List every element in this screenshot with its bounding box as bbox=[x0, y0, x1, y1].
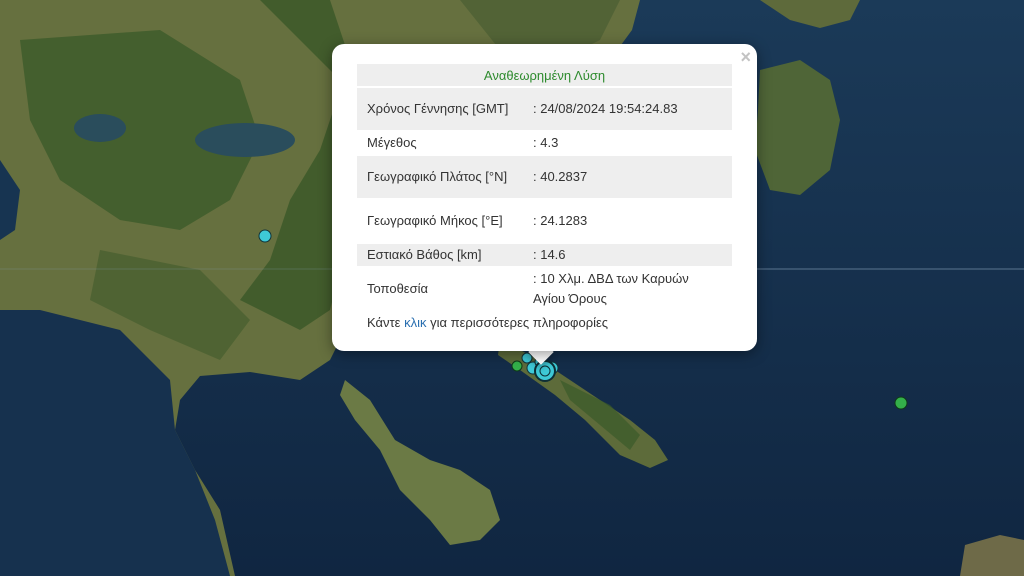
more-info-link[interactable]: κλικ bbox=[404, 315, 426, 330]
lake-volvi bbox=[195, 123, 295, 157]
table-row: Γεωγραφικό Μήκος [°E] : 24.1283 bbox=[357, 200, 732, 242]
earthquake-info-popup: × Αναθεωρημένη Λύση Χρόνος Γέννησης [GMT… bbox=[332, 44, 757, 351]
table-row: Χρόνος Γέννησης [GMT] : 24/08/2024 19:54… bbox=[357, 88, 732, 130]
table-header-row: Αναθεωρημένη Λύση bbox=[357, 64, 732, 86]
earthquake-marker-main[interactable] bbox=[534, 360, 556, 382]
magnitude-value: : 4.3 bbox=[523, 132, 732, 154]
more-info-suffix: για περισσότερες πληροφορίες bbox=[426, 315, 609, 330]
popup-title: Αναθεωρημένη Λύση bbox=[357, 64, 732, 86]
more-info-text: Κάντε κλικ για περισσότερες πληροφορίες bbox=[367, 315, 608, 330]
table-row: Γεωγραφικό Πλάτος [°N] : 40.2837 bbox=[357, 156, 732, 198]
lake-koroneia bbox=[74, 114, 126, 142]
table-row: Εστιακό Βάθος [km] : 14.6 bbox=[357, 244, 732, 266]
depth-label: Εστιακό Βάθος [km] bbox=[357, 244, 523, 266]
earthquake-info-table: Αναθεωρημένη Λύση Χρόνος Γέννησης [GMT] … bbox=[357, 62, 732, 312]
table-row: Τοποθεσία : 10 Χλμ. ΔΒΔ των Καρυών Αγίου… bbox=[357, 268, 732, 310]
longitude-label: Γεωγραφικό Μήκος [°E] bbox=[357, 200, 523, 242]
magnitude-label: Μέγεθος bbox=[357, 132, 523, 154]
table-row: Μέγεθος : 4.3 bbox=[357, 132, 732, 154]
depth-value: : 14.6 bbox=[523, 244, 732, 266]
longitude-value: : 24.1283 bbox=[523, 200, 732, 242]
earthquake-marker-inland[interactable] bbox=[258, 229, 272, 243]
more-info-prefix: Κάντε bbox=[367, 315, 405, 330]
close-icon[interactable]: × bbox=[740, 48, 751, 66]
location-label: Τοποθεσία bbox=[357, 268, 523, 310]
latitude-value: : 40.2837 bbox=[523, 156, 732, 198]
origin-time-value: : 24/08/2024 19:54:24.83 bbox=[523, 88, 732, 130]
location-value: : 10 Χλμ. ΔΒΔ των Καρυών Αγίου Όρους bbox=[523, 268, 732, 310]
origin-time-label: Χρόνος Γέννησης [GMT] bbox=[357, 88, 523, 130]
earthquake-marker-aegean[interactable] bbox=[894, 396, 908, 410]
latitude-label: Γεωγραφικό Πλάτος [°N] bbox=[357, 156, 523, 198]
